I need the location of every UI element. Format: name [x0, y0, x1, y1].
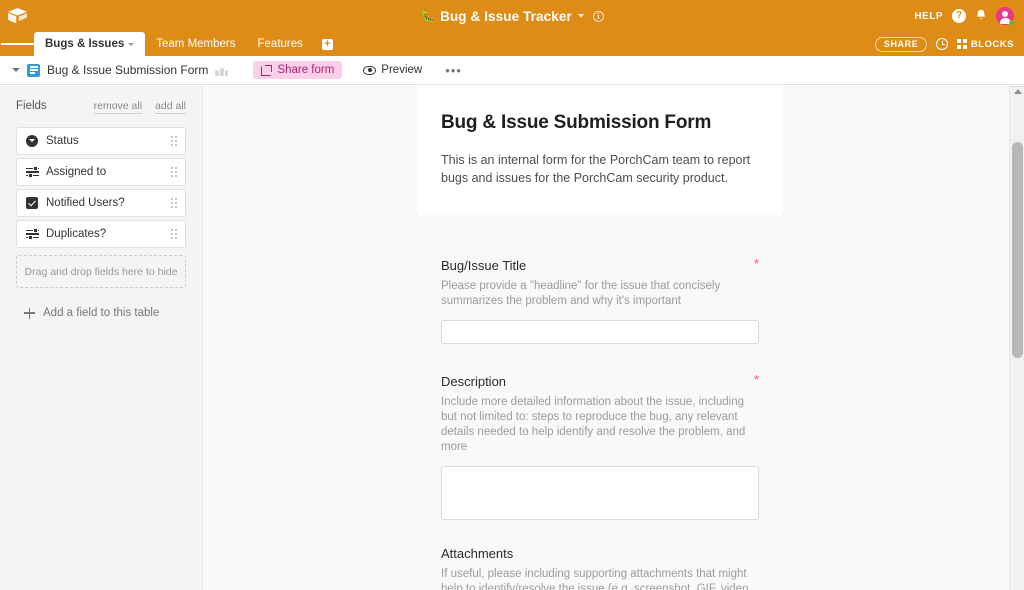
- view-name[interactable]: Bug & Issue Submission Form: [47, 63, 208, 77]
- sidebar-field-notified-users[interactable]: Notified Users?: [16, 189, 186, 217]
- drag-handle[interactable]: [170, 198, 177, 208]
- add-all-button[interactable]: add all: [155, 100, 186, 114]
- linked-record-icon: [26, 166, 41, 179]
- description-textarea[interactable]: [441, 466, 759, 520]
- drag-handle[interactable]: [170, 229, 177, 239]
- fields-sidebar: Fields remove all add all Status Assigne…: [0, 86, 203, 590]
- base-title-group: 🐛 Bug & Issue Tracker i: [0, 0, 1024, 32]
- form-header-card: Bug & Issue Submission Form This is an i…: [417, 86, 783, 215]
- bug-icon: 🐛: [420, 9, 436, 23]
- view-toolbar: Bug & Issue Submission Form Share form P…: [0, 56, 1024, 85]
- form-field-help-text: Include more detailed information about …: [441, 396, 746, 453]
- scrollbar-divider: [1010, 86, 1024, 87]
- history-clock-icon[interactable]: [936, 38, 949, 50]
- chevron-down-icon[interactable]: [128, 42, 135, 46]
- form-field-label[interactable]: Bug/Issue Title: [441, 258, 754, 273]
- bell-icon-svg: [976, 9, 986, 19]
- help-question-icon[interactable]: ?: [952, 9, 966, 23]
- scroll-thumb[interactable]: [1012, 142, 1023, 358]
- single-select-icon: [26, 135, 41, 147]
- form-field-help-text: Please provide a "headline" for the issu…: [441, 280, 721, 307]
- tab-label: Features: [257, 38, 303, 50]
- bug-issue-title-input[interactable]: [441, 320, 759, 344]
- checkbox-icon: [26, 197, 41, 209]
- share-form-button[interactable]: Share form: [253, 61, 343, 79]
- sidebar-field-duplicates[interactable]: Duplicates?: [16, 220, 186, 248]
- tab-label: Bugs & Issues: [45, 38, 125, 50]
- form-field-label[interactable]: Attachments: [441, 546, 759, 561]
- bell-icon[interactable]: [975, 9, 987, 24]
- scroll-up-arrow-icon[interactable]: [1013, 89, 1022, 94]
- tab-label: Team Members: [156, 38, 236, 50]
- form-field-label[interactable]: Description: [441, 374, 754, 389]
- form-preview-area: Bug & Issue Submission Form This is an i…: [204, 86, 1009, 590]
- field-label: Duplicates?: [46, 228, 107, 240]
- base-name[interactable]: Bug & Issue Tracker: [440, 9, 572, 24]
- top-bar-right: HELP ?: [914, 0, 1015, 32]
- form-field-description: Description * Include more detailed info…: [417, 372, 783, 520]
- blocks-button[interactable]: BLOCKS: [957, 39, 1014, 50]
- form-view-icon: [27, 63, 40, 77]
- chevron-down-icon[interactable]: [12, 68, 20, 72]
- blocks-label: BLOCKS: [970, 38, 1014, 50]
- drag-handle[interactable]: [170, 136, 177, 146]
- external-link-icon: [261, 64, 273, 76]
- field-label: Assigned to: [46, 166, 107, 178]
- field-label: Status: [46, 135, 79, 147]
- share-form-label: Share form: [277, 64, 335, 76]
- fields-bulk-actions: remove all add all: [93, 100, 186, 114]
- add-table-button[interactable]: +: [314, 32, 341, 56]
- form-field-bug-issue-title: Bug/Issue Title * Please provide a "head…: [417, 256, 783, 344]
- required-marker: *: [753, 256, 759, 271]
- share-base-button[interactable]: SHARE: [874, 36, 928, 52]
- top-bar: 🐛 Bug & Issue Tracker i HELP ?: [0, 0, 1024, 32]
- linked-record-icon: [26, 228, 41, 241]
- tab-bugs-and-issues[interactable]: Bugs & Issues: [34, 32, 146, 56]
- form-title[interactable]: Bug & Issue Submission Form: [441, 112, 759, 134]
- dropzone-label: Drag and drop fields here to hide: [24, 265, 178, 278]
- form-field-label-row: Bug/Issue Title *: [441, 256, 759, 273]
- plus-icon: [24, 307, 35, 319]
- table-tab-bar: Bugs & Issues Team Members Features + SH…: [0, 32, 1024, 56]
- sidebar-field-status[interactable]: Status: [16, 127, 186, 155]
- fields-header: Fields remove all add all: [16, 100, 186, 114]
- hide-fields-dropzone[interactable]: Drag and drop fields here to hide: [16, 255, 186, 288]
- airtable-logo-svg: [7, 8, 27, 24]
- help-button[interactable]: HELP: [914, 11, 943, 22]
- presence-dot: [1009, 20, 1015, 26]
- form-field-help-text: If useful, please including supporting a…: [441, 568, 752, 590]
- form-field-attachments: Attachments If useful, please including …: [417, 546, 783, 590]
- preview-label: Preview: [381, 64, 423, 76]
- drag-handle[interactable]: [170, 167, 177, 177]
- form-field-label-row: Attachments: [441, 546, 759, 561]
- add-field-button[interactable]: Add a field to this table: [16, 307, 186, 319]
- blocks-grid-icon: [957, 39, 967, 49]
- view-more-options-button[interactable]: •••: [445, 64, 462, 77]
- info-icon[interactable]: i: [592, 10, 604, 22]
- preview-button[interactable]: Preview: [363, 64, 422, 76]
- add-field-label: Add a field to this table: [43, 307, 160, 319]
- tab-features[interactable]: Features: [247, 32, 314, 56]
- form-field-label-row: Description *: [441, 372, 759, 389]
- sidebar-field-assigned-to[interactable]: Assigned to: [16, 158, 186, 186]
- tab-bar-right: SHARE BLOCKS: [874, 32, 1014, 56]
- remove-all-button[interactable]: remove all: [93, 100, 143, 114]
- plus-icon: +: [321, 38, 333, 50]
- airtable-logo-icon[interactable]: [0, 0, 34, 32]
- field-label: Notified Users?: [46, 197, 125, 209]
- chevron-down-icon[interactable]: [577, 14, 584, 18]
- eye-icon: [363, 65, 377, 75]
- required-marker: *: [753, 372, 759, 387]
- form-description[interactable]: This is an internal form for the PorchCa…: [441, 152, 759, 187]
- user-avatar[interactable]: [996, 7, 1015, 26]
- fields-title: Fields: [16, 100, 47, 112]
- collaborators-icon[interactable]: [215, 65, 229, 76]
- vertical-scrollbar[interactable]: [1009, 86, 1024, 590]
- hamburger-menu-icon[interactable]: [0, 32, 34, 56]
- tab-team-members[interactable]: Team Members: [145, 32, 246, 56]
